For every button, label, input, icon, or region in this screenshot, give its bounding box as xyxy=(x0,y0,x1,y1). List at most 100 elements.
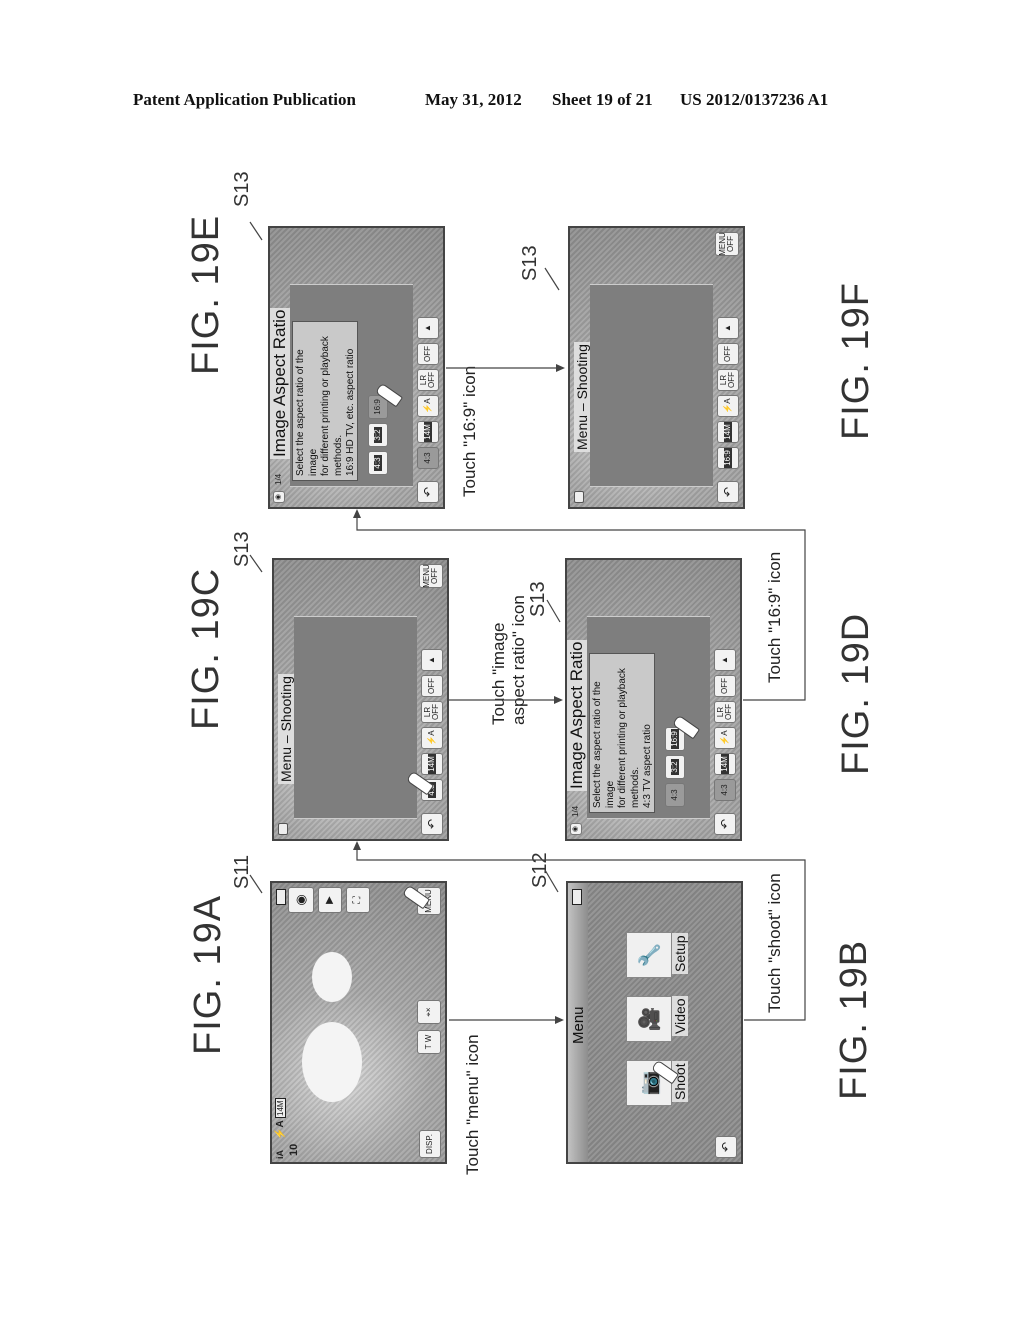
desc-line: 4:3 TV aspect ratio xyxy=(642,724,653,808)
image-size-icon[interactable]: 14M xyxy=(421,753,443,775)
desc-line: for different printing or playback xyxy=(617,668,628,808)
fig-19e-caption: Touch "16:9" icon xyxy=(460,365,479,497)
description-box: Select the aspect ratio of the image for… xyxy=(589,653,655,813)
option-3-2[interactable]: 3:2 xyxy=(368,423,388,447)
header-sheet: Sheet 19 of 21 xyxy=(552,90,653,109)
flash-icon[interactable]: ⚡A xyxy=(417,395,439,417)
setup-menu-item[interactable]: 🔧 xyxy=(626,932,672,978)
fig-19d-step: S13 xyxy=(527,581,549,617)
fig-19c-screen: Menu – Shooting ↶ 4:3 14M ⚡A LR OFF OFF … xyxy=(272,558,449,841)
mode-badge: iA xyxy=(275,1150,285,1159)
aspect-ratio-icon[interactable]: 4:3 xyxy=(417,447,439,469)
menu-title: Menu – Shooting xyxy=(278,674,294,784)
menu-title: Menu xyxy=(570,1006,587,1044)
next-page-button[interactable]: ▲ xyxy=(417,317,439,339)
fig-19e-step: S13 xyxy=(231,171,253,207)
menu-panel xyxy=(590,284,713,487)
arrowhead xyxy=(353,509,361,518)
fig-19d-caption: Touch "16:9" icon xyxy=(765,551,784,683)
video-camera-icon: 🎥 xyxy=(638,1006,661,1032)
image-size-icon[interactable]: 14M xyxy=(717,421,739,443)
arrowhead xyxy=(556,364,565,372)
menu-titlebar: Menu xyxy=(568,883,588,1162)
return-button[interactable]: ↶ xyxy=(717,481,739,503)
return-button[interactable]: ↶ xyxy=(417,481,439,503)
fig-19a-step: S11 xyxy=(231,854,253,889)
camera-mode-icon xyxy=(574,491,584,503)
camera-mode-icon: ◉ xyxy=(570,823,582,835)
caption-line-2: aspect ratio" icon xyxy=(509,595,528,725)
fig-19d-label: FIG. 19D xyxy=(835,612,877,775)
header-date: May 31, 2012 xyxy=(425,90,522,109)
menu-off-button[interactable]: MENU OFF xyxy=(419,564,443,588)
image-size-badge: 14M xyxy=(275,1098,286,1118)
fig-19c-caption: Touch "image aspect ratio" icon xyxy=(489,575,529,725)
option-4-3[interactable]: 4:3 xyxy=(665,783,685,807)
fig-19c-step: S13 xyxy=(231,531,253,567)
face-detect-icon[interactable]: OFF xyxy=(714,675,736,697)
face-detect-icon[interactable]: OFF xyxy=(421,675,443,697)
fig-19d-screen: Image Aspect Ratio 1/4 Select the aspect… xyxy=(565,558,742,841)
step-pointer-19e xyxy=(249,221,263,241)
scene-icon[interactable]: ⛶ xyxy=(346,887,370,913)
image-size-icon[interactable]: 14M xyxy=(417,421,439,443)
desc-line: methods. xyxy=(332,434,344,476)
desc-line: 16:9 HD TV, etc. aspect ratio xyxy=(345,348,356,476)
page-indicator: 1/4 xyxy=(571,805,580,817)
shoot-label: Shoot xyxy=(672,1061,688,1102)
aspect-ratio-icon[interactable]: 4:3 xyxy=(714,779,736,801)
flash-icon[interactable]: ⚡A xyxy=(421,727,443,749)
option-3-2[interactable]: 3:2 xyxy=(665,755,685,779)
disp-button[interactable]: DISP. xyxy=(419,1130,441,1158)
wrench-icon: 🔧 xyxy=(638,942,661,968)
aspect-ratio-icon[interactable]: 16:9 xyxy=(717,447,739,469)
flash-icon[interactable]: ⚡A xyxy=(717,395,739,417)
lr-icon[interactable]: LR OFF xyxy=(714,701,736,723)
flash-indicator: ⚡A xyxy=(275,1120,286,1140)
return-button[interactable]: ↶ xyxy=(421,813,443,835)
camera-mode-icon: ◉ xyxy=(273,491,285,503)
desc-line: methods. xyxy=(629,766,641,808)
return-button[interactable]: ↶ xyxy=(715,1136,737,1158)
desc-line: for different printing or playback xyxy=(320,336,331,476)
video-menu-item[interactable]: 🎥 xyxy=(626,996,672,1042)
fig-19f-label: FIG. 19F xyxy=(835,282,877,440)
option-4-3[interactable]: 4:3 xyxy=(368,451,388,475)
fig-19a-label: FIG. 19A xyxy=(187,894,229,1055)
fig-19e-screen: Image Aspect Ratio 1/4 Select the aspect… xyxy=(268,226,445,509)
arrowhead xyxy=(555,1016,564,1024)
fig-19b-caption: Touch "shoot" icon xyxy=(765,873,784,1013)
flash-icon[interactable]: ⚡A xyxy=(714,727,736,749)
fig-19b-screen: Menu 📷 🎥 🔧 Shoot Video Setup ↶ xyxy=(566,881,743,1164)
zoom-button[interactable]: T W xyxy=(417,1030,441,1054)
fig-19f-step: S13 xyxy=(519,245,541,281)
face-detect-icon[interactable]: OFF xyxy=(417,343,439,365)
face-detect-icon[interactable]: OFF xyxy=(717,343,739,365)
shots-remaining: 10 xyxy=(288,1143,300,1156)
desc-line: Select the aspect ratio of the image xyxy=(592,681,616,808)
step-pointer-19f xyxy=(544,267,560,291)
fig-19a-screen: iA ⚡A 14M 10 DISP. T W ⌖× MENU ◉ ▶ ⛶ xyxy=(270,881,447,1164)
header-number: US 2012/0137236 A1 xyxy=(680,90,829,109)
next-page-button[interactable]: ▲ xyxy=(717,317,739,339)
next-page-button[interactable]: ▲ xyxy=(714,649,736,671)
playback-icon[interactable]: ▶ xyxy=(318,887,342,913)
return-button[interactable]: ↶ xyxy=(714,813,736,835)
menu-off-button[interactable]: MENU OFF xyxy=(715,232,739,256)
battery-icon xyxy=(276,889,286,905)
setup-label: Setup xyxy=(672,933,688,974)
dialog-title: Image Aspect Ratio xyxy=(567,639,587,791)
menu-title: Menu – Shooting xyxy=(574,342,590,452)
fig-19a-caption: Touch "menu" icon xyxy=(463,1034,482,1175)
touch-af-button[interactable]: ⌖× xyxy=(417,1000,441,1024)
lr-icon[interactable]: LR OFF xyxy=(417,369,439,391)
fig-19e-label: FIG. 19E xyxy=(185,214,227,375)
caption-line-1: Touch "image xyxy=(489,622,508,725)
lr-icon[interactable]: LR OFF xyxy=(421,701,443,723)
camera-mode-icon[interactable]: ◉ xyxy=(288,887,314,913)
image-size-icon[interactable]: 14M xyxy=(714,753,736,775)
lr-icon[interactable]: LR OFF xyxy=(717,369,739,391)
next-page-button[interactable]: ▲ xyxy=(421,649,443,671)
arrowhead xyxy=(353,841,361,850)
fig-19b-step: S12 xyxy=(529,852,551,888)
